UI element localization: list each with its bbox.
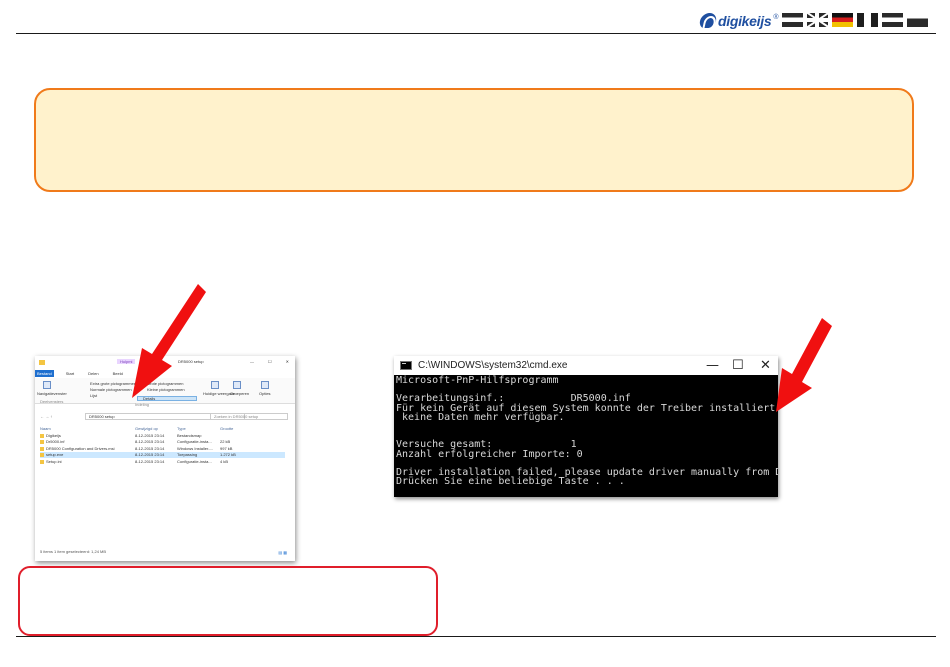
arrow-to-cmd-error (776, 318, 832, 412)
language-flags (782, 13, 928, 27)
file-date: 8-12-2015 23:14 (135, 433, 165, 438)
col-size: Grootte (220, 426, 234, 431)
file-date: 8-12-2015 23:14 (135, 439, 165, 445)
digikeijs-logo-icon (698, 13, 718, 29)
cmd-screenshot: C:\WINDOWS\system32\cmd.exe — ☐ ✕ Micros… (394, 356, 778, 497)
file-date: 8-12-2015 23:14 (135, 458, 165, 464)
list-option: Lijst (90, 393, 98, 398)
search-box: Zoeken in DR5000 setup (210, 413, 288, 420)
tab-bestand: Bestand (35, 370, 54, 377)
notice-box (34, 88, 914, 192)
minimize-icon: — (250, 359, 255, 364)
file-icon (40, 446, 44, 451)
file-date: 8-12-2015 23:14 (135, 452, 165, 458)
current-view-icon (211, 381, 219, 389)
de-flag-icon[interactable] (832, 13, 853, 27)
uk-flag-icon[interactable] (807, 13, 828, 27)
file-name: Setup.ini (46, 458, 62, 464)
cmd-line: Drücken Sie eine beliebige Taste . . . (396, 476, 625, 488)
file-name: Digikeijs (46, 433, 61, 438)
file-icon (40, 459, 44, 464)
cmd-line: Microsoft-PnP-Hilfsprogramm (396, 375, 559, 386)
nl-flag-icon[interactable] (782, 13, 803, 27)
cmd-title: C:\WINDOWS\system32\cmd.exe (418, 360, 568, 371)
file-name: DR5000 Configuration and Drivers.msi (46, 445, 115, 451)
col-date: Gewijzigd op (135, 426, 158, 431)
lu-flag-icon[interactable] (882, 13, 903, 27)
file-type: Windows Installer-... (177, 445, 214, 451)
explorer-tabs: Bestand Start Delen Beeld (35, 370, 125, 377)
cmd-line (396, 422, 776, 431)
file-icon (40, 453, 44, 458)
note-box (18, 566, 438, 636)
file-name: Dr5000.inf (46, 439, 65, 445)
tab-start: Start (65, 371, 75, 376)
file-type: Bestandsmap (177, 433, 202, 438)
options-icon (261, 381, 269, 389)
digikeijs-logo: digikeijs ® (698, 11, 779, 31)
cmd-icon (400, 361, 412, 370)
file-row: Setup.ini 8-12-2015 23:14 Configuratie-ins… (40, 459, 285, 465)
nav-pane-icon (43, 381, 51, 389)
header-divider (16, 33, 936, 34)
status-bar: 5 items 1 item geselecteerd: 1,24 MB (40, 549, 107, 554)
address-text: DR5000 setup (89, 414, 115, 419)
file-name: setup.exe (46, 452, 64, 458)
maximize-icon: ☐ (268, 359, 272, 364)
view-toggle-icons: ▤ ▦ (278, 550, 287, 555)
tab-delen: Delen (88, 371, 99, 376)
fr-flag-icon[interactable] (857, 13, 878, 27)
file-type: Configuratie-insta... (177, 439, 212, 445)
file-row: Dr5000.inf 8-12-2015 23:14 Configuratie-in… (40, 439, 285, 445)
cmd-output: Microsoft-PnP-Hilfsprogramm Verarbeitungs… (396, 375, 778, 488)
file-type: Toepassing (177, 452, 198, 458)
options-label: Opties (259, 391, 271, 396)
folder-icon (39, 359, 45, 365)
file-type: Configuratie-insta... (177, 458, 212, 464)
file-icon (40, 440, 44, 445)
file-size: 22 kB (220, 439, 231, 445)
cmd-line: Anzahl erfolgreicher Importe: 0 (396, 448, 583, 460)
file-size: 1.272 kB (220, 452, 236, 458)
back-forward-icons: ← → ↑ (40, 414, 53, 419)
footer-divider (16, 636, 936, 637)
col-name: Naam (40, 426, 51, 431)
cmd-titlebar: C:\WINDOWS\system32\cmd.exe — ☐ ✕ (394, 356, 778, 375)
bl-flag-icon[interactable] (907, 13, 928, 27)
file-icon (40, 433, 44, 438)
file-row: setup.exe 8-12-2015 23:14 Toepassing 1.272 … (40, 452, 285, 459)
arrow-to-setup-exe (132, 284, 206, 398)
cmd-line: keine Daten mehr verfügbar. (396, 411, 565, 423)
close-icon: ✕ (285, 359, 289, 364)
file-size: 4 kB (220, 458, 229, 464)
minimize-icon: — (706, 358, 719, 373)
logo-registered-mark: ® (773, 13, 779, 21)
nav-pane-label: Navigatievenster (37, 391, 67, 396)
maximize-icon: ☐ (732, 358, 744, 373)
file-size: 997 kB (220, 445, 233, 451)
file-row: Digikeijs 8-12-2015 23:14 Bestandsmap (40, 433, 285, 439)
section-panes-label: Deelvensters (40, 399, 64, 404)
logo-text: digikeijs (718, 13, 772, 29)
groups-label: Groeperen (230, 391, 250, 396)
groups-icon (233, 381, 241, 389)
col-type: Type (177, 426, 186, 431)
file-date: 8-12-2015 23:14 (135, 445, 165, 451)
file-row: DR5000 Configuration and Drivers.msi 8-12… (40, 446, 285, 452)
window-controls: — ☐ ✕ (250, 359, 289, 364)
